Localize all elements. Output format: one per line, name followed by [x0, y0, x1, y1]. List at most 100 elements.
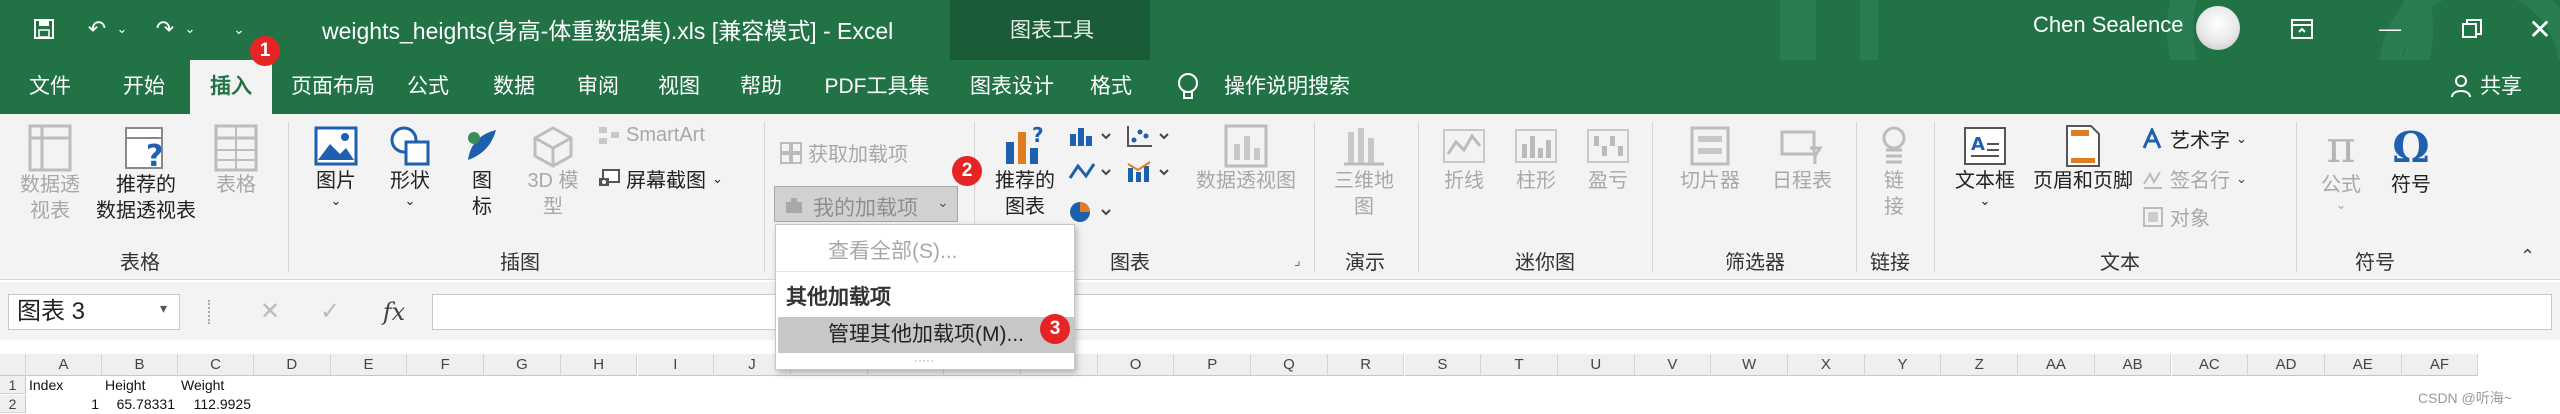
- slicer-button[interactable]: 切片器: [1668, 124, 1752, 194]
- equation-button[interactable]: π 公式 ⌄: [2310, 124, 2372, 212]
- sparkline-column-button[interactable]: 柱形: [1504, 124, 1568, 194]
- tab-file[interactable]: 文件: [14, 60, 86, 114]
- tab-format[interactable]: 格式: [1080, 60, 1142, 114]
- pictures-button[interactable]: 图片 ⌄: [304, 124, 368, 208]
- tab-data[interactable]: 数据: [482, 60, 546, 114]
- ribbon-display-options-icon[interactable]: [2282, 12, 2322, 46]
- tab-chart-design[interactable]: 图表设计: [962, 60, 1062, 114]
- tab-page-layout[interactable]: 页面布局: [282, 60, 384, 114]
- column-header[interactable]: AF: [2401, 354, 2479, 376]
- column-header[interactable]: S: [1404, 354, 1482, 376]
- insert-function-icon[interactable]: fx: [374, 294, 414, 330]
- column-header[interactable]: W: [1711, 354, 1788, 376]
- column-header[interactable]: X: [1788, 354, 1865, 376]
- column-header[interactable]: I: [637, 354, 715, 376]
- cell[interactable]: 112.9925: [181, 395, 251, 413]
- cell[interactable]: Index: [29, 376, 99, 394]
- column-header[interactable]: AE: [2324, 354, 2402, 376]
- signature-line-button[interactable]: 签名行 ⌄: [2142, 164, 2247, 193]
- share-button[interactable]: 共享: [2480, 60, 2522, 114]
- cancel-icon[interactable]: ✕: [250, 294, 290, 330]
- column-header[interactable]: Y: [1864, 354, 1942, 376]
- column-header[interactable]: R: [1327, 354, 1405, 376]
- cell[interactable]: 65.78331: [105, 395, 175, 413]
- undo-dropdown-icon[interactable]: ⌄: [113, 14, 131, 44]
- column-header[interactable]: C: [178, 354, 254, 376]
- pivottable-button[interactable]: 数据透 视表: [14, 124, 86, 224]
- recommended-charts-button[interactable]: ? 推荐的 图表: [990, 124, 1060, 220]
- minimize-icon[interactable]: —: [2370, 12, 2410, 46]
- object-button[interactable]: 对象: [2142, 202, 2210, 231]
- resize-grip[interactable]: ·····: [914, 353, 934, 367]
- redo-dropdown-icon[interactable]: ⌄: [181, 14, 199, 44]
- sparkline-line-button[interactable]: 折线: [1432, 124, 1496, 194]
- column-header[interactable]: F: [407, 354, 485, 376]
- screenshot-button[interactable]: 屏幕截图 ⌄: [598, 164, 723, 193]
- pivotchart-button[interactable]: 数据透视图: [1190, 124, 1302, 194]
- cell[interactable]: Weight: [181, 376, 251, 394]
- restore-icon[interactable]: [2452, 12, 2492, 46]
- column-header[interactable]: Q: [1251, 354, 1328, 376]
- cell[interactable]: 1: [29, 395, 99, 413]
- shapes-button[interactable]: 形状 ⌄: [378, 124, 442, 208]
- save-icon[interactable]: [28, 14, 60, 44]
- enter-icon[interactable]: ✓: [310, 294, 350, 330]
- link-button[interactable]: 链 接: [1866, 124, 1922, 220]
- timeline-button[interactable]: 日程表: [1760, 124, 1844, 194]
- wordart-button[interactable]: 艺术字 ⌄: [2142, 124, 2247, 153]
- tab-home[interactable]: 开始: [106, 60, 182, 114]
- column-header[interactable]: E: [330, 354, 408, 376]
- manage-other-addins-item[interactable]: 管理其他加载项(M)...: [778, 317, 1074, 353]
- row-header[interactable]: 2: [0, 395, 26, 413]
- tell-me-search[interactable]: 操作说明搜索: [1224, 60, 1350, 114]
- line-chart-button[interactable]: [1068, 160, 1116, 189]
- row-header[interactable]: 1: [0, 376, 26, 394]
- column-header[interactable]: T: [1481, 354, 1558, 376]
- tab-pdf-tools[interactable]: PDF工具集: [812, 60, 942, 114]
- customize-toolbar-icon[interactable]: ⌄: [228, 14, 250, 44]
- table-button[interactable]: 表格: [208, 124, 264, 198]
- combo-chart-button[interactable]: [1126, 160, 1174, 189]
- icons-button[interactable]: 图 标: [454, 124, 510, 220]
- get-addins-button[interactable]: 获取加载项: [780, 138, 908, 167]
- textbox-button[interactable]: A 文本框 ⌄: [1948, 124, 2022, 208]
- my-addins-button[interactable]: 我的加载项 ⌄: [774, 186, 958, 222]
- user-name[interactable]: Chen Sealence: [2033, 12, 2183, 38]
- avatar[interactable]: [2196, 6, 2240, 50]
- undo-icon[interactable]: ↶: [82, 14, 112, 44]
- dialog-launcher-icon[interactable]: ⌟: [1294, 252, 1301, 269]
- column-header[interactable]: P: [1174, 354, 1252, 376]
- column-header[interactable]: AA: [2018, 354, 2095, 376]
- column-header[interactable]: Z: [1941, 354, 2019, 376]
- column-header[interactable]: A: [26, 354, 102, 376]
- smartart-button[interactable]: SmartArt: [598, 124, 705, 147]
- formula-bar-splitter[interactable]: [208, 300, 212, 324]
- column-header[interactable]: D: [254, 354, 331, 376]
- column-header[interactable]: AC: [2171, 354, 2249, 376]
- pie-chart-button[interactable]: [1068, 200, 1116, 229]
- name-box[interactable]: 图表 3: [8, 294, 180, 330]
- column-header[interactable]: O: [1097, 354, 1175, 376]
- column-header[interactable]: B: [102, 354, 178, 376]
- column-header[interactable]: AD: [2248, 354, 2325, 376]
- 3d-map-button[interactable]: 三维地 图: [1326, 124, 1402, 220]
- column-header[interactable]: AB: [2094, 354, 2172, 376]
- column-header[interactable]: H: [560, 354, 638, 376]
- header-footer-button[interactable]: 页眉和页脚: [2028, 124, 2138, 194]
- column-header[interactable]: U: [1557, 354, 1635, 376]
- sparkline-winloss-button[interactable]: 盈亏: [1576, 124, 1640, 194]
- tab-help[interactable]: 帮助: [730, 60, 792, 114]
- chevron-down-icon[interactable]: ▾: [160, 300, 167, 317]
- cell[interactable]: Height: [105, 376, 175, 394]
- redo-icon[interactable]: ↷: [150, 14, 180, 44]
- symbol-button[interactable]: Ω 符号: [2380, 124, 2442, 198]
- close-icon[interactable]: ✕: [2520, 12, 2560, 46]
- collapse-ribbon-icon[interactable]: ⌃: [2520, 246, 2535, 267]
- formula-input[interactable]: [432, 294, 2552, 330]
- select-all-corner[interactable]: [0, 354, 26, 376]
- column-chart-button[interactable]: [1068, 124, 1116, 153]
- scatter-chart-button[interactable]: [1126, 124, 1174, 153]
- 3d-models-button[interactable]: 3D 模 型: [516, 124, 590, 220]
- column-header[interactable]: V: [1634, 354, 1712, 376]
- view-all-addins-item[interactable]: 查看全部(S)...: [828, 235, 1126, 265]
